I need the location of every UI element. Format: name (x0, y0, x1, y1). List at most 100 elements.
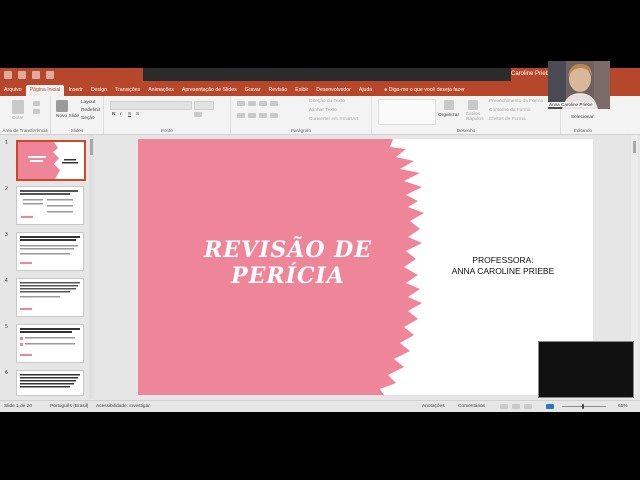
align-text-button[interactable]: Alinhar Texto (309, 108, 337, 113)
shapes-gallery[interactable] (378, 99, 436, 125)
zoom-slider-handle[interactable] (582, 404, 584, 409)
thumbnail-preview (16, 186, 84, 225)
group-label-drawing: Desenho (456, 128, 476, 133)
smartart-button[interactable]: Converter em SmartArt (309, 117, 358, 122)
comments-button[interactable]: Comentários (458, 404, 485, 409)
thumbnail-preview (16, 140, 86, 181)
tab-insert[interactable]: Inserir (64, 85, 86, 96)
font-color-icon[interactable] (194, 112, 202, 117)
save-icon[interactable] (4, 71, 12, 79)
new-slide-button[interactable]: Novo Slide (56, 114, 79, 119)
ribbon: Colar Área de Transferência Novo Slide L… (0, 96, 640, 135)
normal-view-icon[interactable] (500, 404, 508, 409)
shape-fill-button[interactable]: Preenchimento da Forma (489, 99, 543, 104)
shape-effects-button[interactable]: Efeitos de Forma (489, 117, 526, 122)
thumbnail-scrollbar[interactable] (89, 135, 94, 399)
justify-icon[interactable] (270, 113, 278, 118)
present-icon[interactable] (46, 71, 54, 79)
group-label-editing: Editando (573, 128, 593, 133)
text-direction-button[interactable]: Direção do Texto (309, 99, 345, 104)
paste-button[interactable]: Colar (12, 116, 23, 121)
slide-number: 6 (5, 370, 8, 376)
slide-number: 5 (5, 324, 8, 330)
slide-number: 1 (5, 140, 8, 146)
group-paragraph: Direção do Texto Alinhar Texto Converter… (231, 96, 372, 134)
thumbnail-text-art (20, 282, 80, 310)
slide-number: 2 (5, 186, 8, 192)
copy-icon[interactable] (33, 109, 40, 114)
shape-outline-button[interactable]: Contorno da Forma (489, 108, 531, 113)
scrollbar-thumb[interactable] (90, 139, 93, 155)
professor-label: PROFESSORA: (472, 255, 534, 265)
status-bar: Slide 1 de 20 Português (Brasil) Acessib… (0, 400, 640, 412)
thumbnail-text-art (20, 190, 78, 218)
font-size-box[interactable] (194, 101, 214, 110)
slide-counter: Slide 1 de 20 (4, 404, 33, 409)
slide-title-line: PERÍCIA (231, 263, 345, 289)
redo-icon[interactable] (32, 71, 40, 79)
scrollbar-thumb[interactable] (633, 141, 636, 153)
indent-decrease-icon[interactable] (259, 101, 267, 106)
numbering-icon[interactable] (248, 101, 256, 106)
cut-icon[interactable] (33, 101, 40, 106)
italic-button[interactable]: I (120, 112, 121, 117)
tab-home[interactable]: Página Inicial (25, 85, 65, 96)
align-left-icon[interactable] (237, 113, 245, 118)
align-right-icon[interactable] (259, 113, 267, 118)
bold-button[interactable]: N (112, 112, 115, 117)
reading-view-icon[interactable] (524, 404, 532, 409)
tab-review[interactable]: Revisão (265, 85, 292, 96)
group-slides: Novo Slide Layout Redefinir Seção Slides (51, 96, 104, 134)
undo-icon[interactable] (18, 71, 26, 79)
group-clipboard: Colar Área de Transferência (0, 96, 51, 134)
slide-thumbnail-panel: 1 2 3 4 5 6 (0, 135, 96, 399)
align-center-icon[interactable] (248, 113, 256, 118)
title-bar: Caroline Priebe (0, 68, 640, 84)
slide-subtitle[interactable]: PROFESSORA: ANNA CAROLINE PRIEBE (428, 255, 578, 277)
tab-record[interactable]: Gravar (241, 85, 265, 96)
layout-button[interactable]: Layout (81, 100, 95, 105)
account-name[interactable]: Caroline Priebe (511, 71, 552, 77)
arrange-icon[interactable] (444, 100, 454, 110)
group-label-slides: Slides (70, 128, 84, 133)
paste-icon[interactable] (12, 100, 24, 114)
thumbnail-text-art (20, 328, 80, 356)
slide-title-line: REVISÃO DE (203, 237, 373, 263)
tab-help[interactable]: Ajuda (355, 85, 376, 96)
notes-button[interactable]: Anotações (422, 404, 445, 409)
quick-styles-button[interactable]: Estilos Rápidos (466, 112, 484, 122)
slide-title[interactable]: REVISÃO DE PERÍCIA (158, 237, 418, 289)
new-slide-icon[interactable] (56, 100, 68, 112)
group-label-paragraph: Parágrafo (290, 128, 312, 133)
slide-canvas[interactable]: REVISÃO DE PERÍCIA PROFESSORA: ANNA CARO… (138, 139, 593, 395)
strike-button[interactable]: S (136, 112, 139, 117)
slideshow-icon[interactable] (546, 404, 554, 409)
underline-button[interactable]: S (128, 112, 131, 117)
reset-button[interactable]: Redefinir (81, 108, 100, 113)
bullets-icon[interactable] (237, 101, 245, 106)
zoom-level[interactable]: 65% (618, 404, 628, 409)
quick-styles-icon[interactable] (468, 100, 478, 110)
thumbnail-text-art (20, 374, 80, 388)
select-button[interactable]: Selecionar (571, 115, 594, 120)
font-name-box[interactable] (110, 101, 192, 110)
tab-view[interactable]: Exibir (291, 85, 312, 96)
tab-file[interactable]: Arquivo (0, 85, 26, 96)
tab-slide-show[interactable]: Apresentação de Slides (178, 85, 241, 96)
thumbnail-preview (16, 370, 84, 396)
zoom-slider[interactable] (562, 406, 606, 407)
language-indicator[interactable]: Português (Brasil) (50, 404, 88, 409)
accessibility-status[interactable]: Acessibilidade: investigar (96, 404, 150, 409)
slide-sorter-icon[interactable] (512, 404, 520, 409)
tell-me-search[interactable]: ● Diga-me o que você deseja fazer (384, 85, 465, 96)
tab-animations[interactable]: Animações (144, 85, 178, 96)
thumbnail-text-art (20, 236, 80, 264)
webcam-name-label: Anna Caroline Priebe (548, 102, 594, 107)
tab-design[interactable]: Design (87, 85, 111, 96)
arrange-button[interactable]: Organizar (438, 113, 459, 118)
section-button[interactable]: Seção (81, 116, 95, 121)
indent-increase-icon[interactable] (270, 101, 278, 106)
ribbon-tabs: Arquivo Página Inicial Inserir Design Tr… (0, 84, 640, 96)
tab-developer[interactable]: Desenvolvedor (312, 85, 355, 96)
tab-transitions[interactable]: Transições (111, 85, 144, 96)
